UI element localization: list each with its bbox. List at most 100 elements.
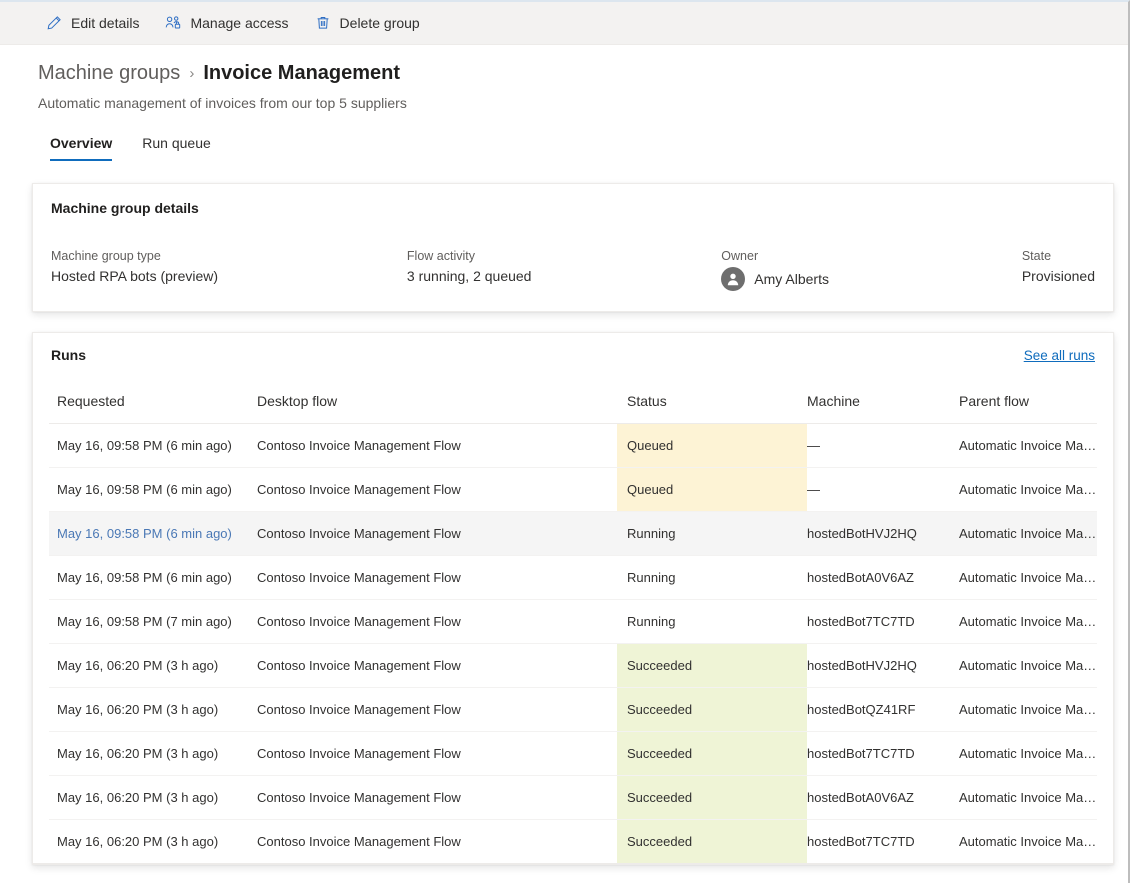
- cell-requested: May 16, 06:20 PM (3 h ago): [49, 732, 257, 776]
- cell-desktop-flow: Contoso Invoice Management Flow: [257, 512, 617, 556]
- runs-card: Runs See all runs Requested Desktop flow…: [32, 332, 1114, 865]
- table-bottom-divider: [33, 863, 1113, 864]
- cell-desktop-flow: Contoso Invoice Management Flow: [257, 424, 617, 468]
- detail-state: State Provisioned: [1022, 249, 1095, 291]
- runs-table: Requested Desktop flow Status Machine Pa…: [49, 393, 1097, 863]
- detail-state-label: State: [1022, 249, 1095, 263]
- details-grid: Machine group type Hosted RPA bots (prev…: [51, 249, 1095, 291]
- table-row[interactable]: May 16, 06:20 PM (3 h ago)Contoso Invoic…: [49, 820, 1097, 864]
- cell-machine: hostedBot7TC7TD: [807, 600, 959, 644]
- cell-requested: May 16, 09:58 PM (6 min ago): [49, 424, 257, 468]
- status-badge: Running: [617, 556, 807, 600]
- cell-desktop-flow: Contoso Invoice Management Flow: [257, 600, 617, 644]
- cell-requested: May 16, 09:58 PM (6 min ago): [49, 512, 257, 556]
- table-row[interactable]: May 16, 09:58 PM (6 min ago)Contoso Invo…: [49, 468, 1097, 512]
- delete-group-label: Delete group: [340, 16, 420, 30]
- breadcrumb-machine-groups[interactable]: Machine groups: [38, 63, 180, 83]
- table-row[interactable]: May 16, 06:20 PM (3 h ago)Contoso Invoic…: [49, 732, 1097, 776]
- cell-desktop-flow: Contoso Invoice Management Flow: [257, 776, 617, 820]
- runs-title: Runs: [51, 347, 86, 363]
- column-header-parent-flow[interactable]: Parent flow: [959, 393, 1097, 424]
- pencil-icon: [46, 15, 62, 31]
- machine-group-details-title: Machine group details: [51, 200, 1095, 216]
- column-header-desktop-flow[interactable]: Desktop flow: [257, 393, 617, 424]
- tab-run-queue-label: Run queue: [142, 135, 211, 151]
- cell-machine: hostedBot7TC7TD: [807, 820, 959, 864]
- manage-access-button[interactable]: Manage access: [157, 7, 296, 39]
- status-badge: Running: [617, 512, 807, 556]
- cell-machine: hostedBotQZ41RF: [807, 688, 959, 732]
- cell-parent-flow: Automatic Invoice Manage...: [959, 688, 1097, 732]
- cell-requested: May 16, 06:20 PM (3 h ago): [49, 688, 257, 732]
- manage-access-label: Manage access: [190, 16, 288, 30]
- detail-flow-activity-value: 3 running, 2 queued: [407, 268, 721, 284]
- owner-row: Amy Alberts: [721, 267, 1022, 291]
- machine-group-details-card: Machine group details Machine group type…: [32, 183, 1114, 312]
- trash-icon: [315, 15, 331, 31]
- column-header-requested[interactable]: Requested: [49, 393, 257, 424]
- cell-parent-flow: Automatic Invoice Manage...: [959, 644, 1097, 688]
- cell-machine: hostedBot7TC7TD: [807, 732, 959, 776]
- page-title: Invoice Management: [203, 63, 400, 83]
- edit-details-button[interactable]: Edit details: [38, 7, 147, 39]
- page-subtitle: Automatic management of invoices from ou…: [38, 95, 1128, 111]
- page-header: Machine groups › Invoice Management Auto…: [0, 45, 1128, 111]
- detail-owner-value: Amy Alberts: [754, 271, 829, 287]
- detail-flow-activity-label: Flow activity: [407, 249, 721, 263]
- cell-requested: May 16, 09:58 PM (6 min ago): [49, 468, 257, 512]
- cell-parent-flow: Automatic Invoice Manage...: [959, 732, 1097, 776]
- cell-requested: May 16, 06:20 PM (3 h ago): [49, 820, 257, 864]
- table-row[interactable]: May 16, 06:20 PM (3 h ago)Contoso Invoic…: [49, 688, 1097, 732]
- cell-parent-flow: Automatic Invoice Manage...: [959, 512, 1097, 556]
- avatar: [721, 267, 745, 291]
- column-header-status[interactable]: Status: [617, 393, 807, 424]
- cell-parent-flow: Automatic Invoice Manage...: [959, 424, 1097, 468]
- status-badge: Queued: [617, 468, 807, 512]
- table-row[interactable]: May 16, 06:20 PM (3 h ago)Contoso Invoic…: [49, 644, 1097, 688]
- cell-parent-flow: Automatic Invoice Manage...: [959, 468, 1097, 512]
- runs-header: Runs See all runs: [49, 347, 1097, 363]
- detail-machine-group-type: Machine group type Hosted RPA bots (prev…: [51, 249, 407, 291]
- cell-machine: hostedBotA0V6AZ: [807, 776, 959, 820]
- table-header-row: Requested Desktop flow Status Machine Pa…: [49, 393, 1097, 424]
- cell-machine: hostedBotHVJ2HQ: [807, 512, 959, 556]
- table-row[interactable]: May 16, 06:20 PM (3 h ago)Contoso Invoic…: [49, 776, 1097, 820]
- detail-owner-label: Owner: [721, 249, 1022, 263]
- detail-owner: Owner Amy Alberts: [721, 249, 1022, 291]
- table-row[interactable]: May 16, 09:58 PM (7 min ago)Contoso Invo…: [49, 600, 1097, 644]
- cell-desktop-flow: Contoso Invoice Management Flow: [257, 556, 617, 600]
- edit-details-label: Edit details: [71, 16, 139, 30]
- status-badge: Succeeded: [617, 732, 807, 776]
- see-all-runs-link[interactable]: See all runs: [1024, 348, 1095, 363]
- cell-requested: May 16, 06:20 PM (3 h ago): [49, 776, 257, 820]
- detail-state-value: Provisioned: [1022, 268, 1095, 284]
- table-row[interactable]: May 16, 09:58 PM (6 min ago)Contoso Invo…: [49, 424, 1097, 468]
- cell-parent-flow: Automatic Invoice Manage...: [959, 556, 1097, 600]
- detail-machine-group-type-value: Hosted RPA bots (preview): [51, 268, 407, 284]
- table-row[interactable]: May 16, 09:58 PM (6 min ago)Contoso Invo…: [49, 512, 1097, 556]
- column-header-machine[interactable]: Machine: [807, 393, 959, 424]
- breadcrumb: Machine groups › Invoice Management: [38, 63, 1128, 83]
- cell-desktop-flow: Contoso Invoice Management Flow: [257, 644, 617, 688]
- tab-run-queue[interactable]: Run queue: [130, 131, 223, 161]
- delete-group-button[interactable]: Delete group: [307, 7, 428, 39]
- cell-parent-flow: Automatic Invoice Manage...: [959, 820, 1097, 864]
- breadcrumb-separator-icon: ›: [189, 66, 194, 81]
- status-badge: Succeeded: [617, 776, 807, 820]
- cell-machine: —: [807, 424, 959, 468]
- tab-overview[interactable]: Overview: [38, 131, 124, 161]
- runs-table-head: Requested Desktop flow Status Machine Pa…: [49, 393, 1097, 424]
- status-badge: Queued: [617, 424, 807, 468]
- detail-machine-group-type-label: Machine group type: [51, 249, 407, 263]
- cell-machine: hostedBotHVJ2HQ: [807, 644, 959, 688]
- detail-flow-activity: Flow activity 3 running, 2 queued: [407, 249, 721, 291]
- manage-access-icon: [165, 15, 181, 31]
- command-bar: Edit details Manage access: [0, 2, 1128, 45]
- table-row[interactable]: May 16, 09:58 PM (6 min ago)Contoso Invo…: [49, 556, 1097, 600]
- tab-list: Overview Run queue: [0, 131, 1128, 161]
- cell-parent-flow: Automatic Invoice Manage...: [959, 776, 1097, 820]
- tab-overview-label: Overview: [50, 135, 112, 151]
- status-badge: Running: [617, 600, 807, 644]
- cell-requested: May 16, 09:58 PM (7 min ago): [49, 600, 257, 644]
- status-badge: Succeeded: [617, 644, 807, 688]
